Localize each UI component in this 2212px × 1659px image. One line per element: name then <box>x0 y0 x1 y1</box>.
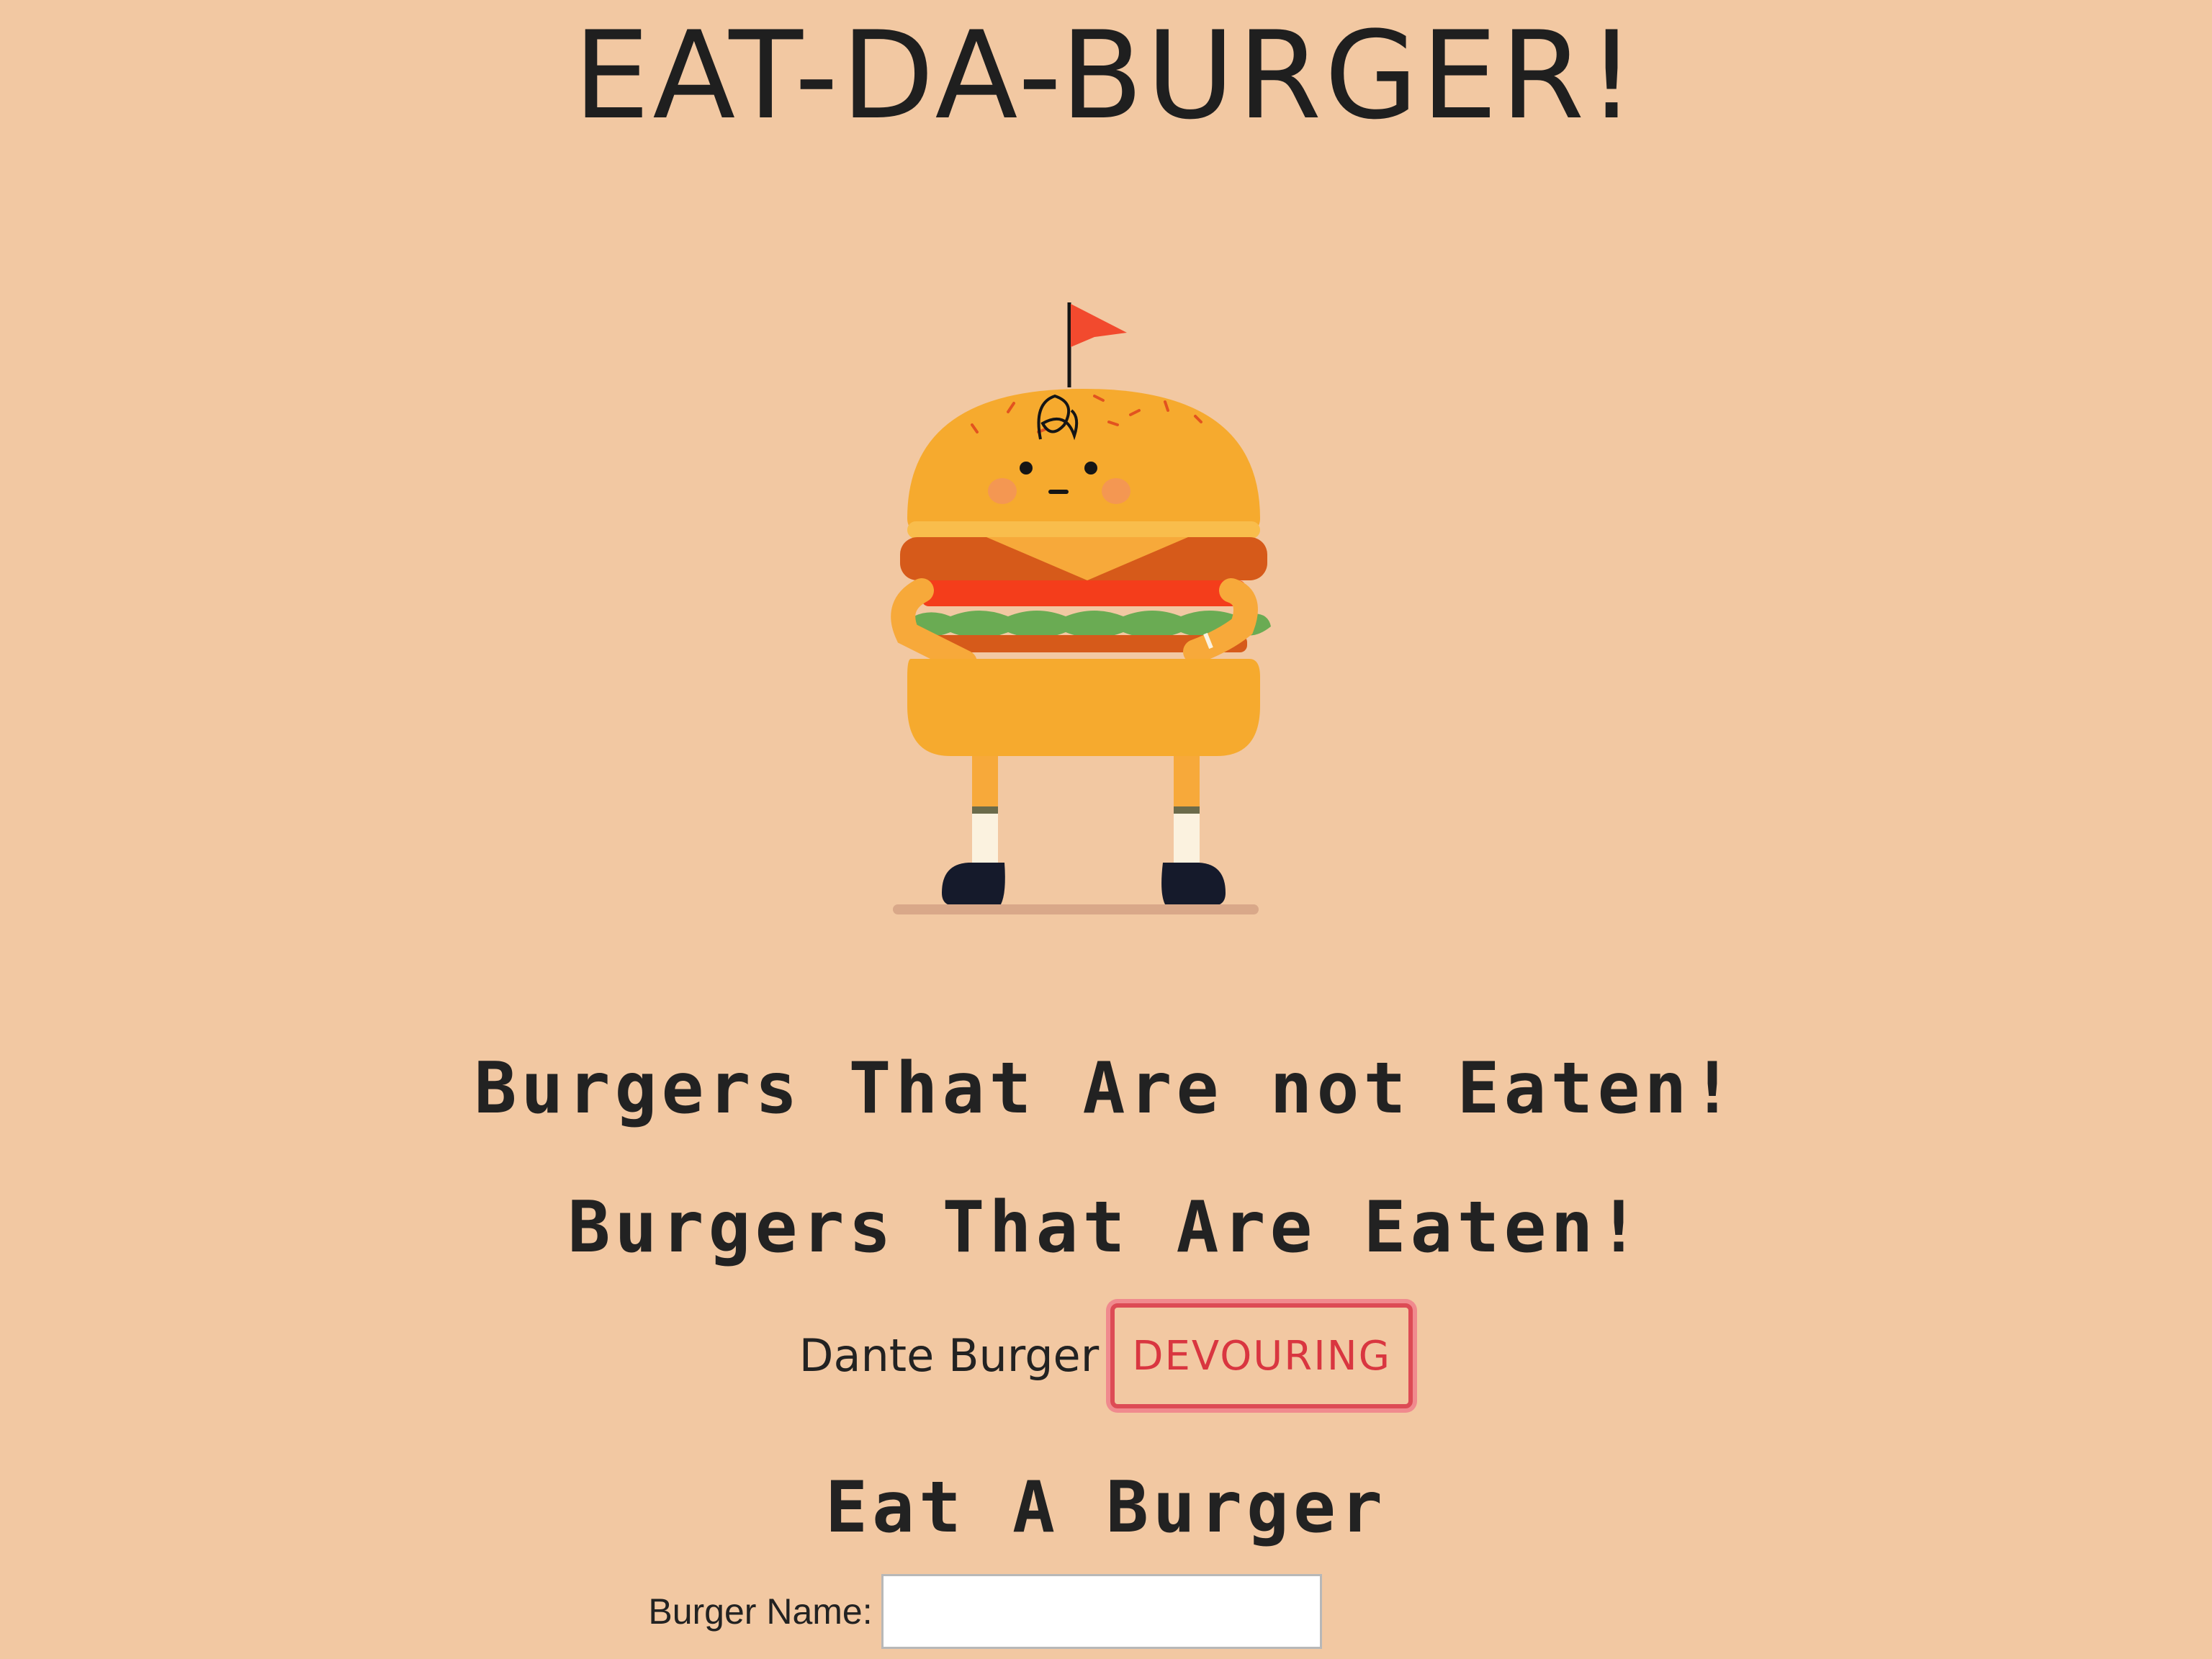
devour-button[interactable]: DEVOURING <box>1110 1303 1413 1408</box>
list-item: Dante Burger DEVOURING <box>0 1303 2212 1408</box>
eat-burger-heading: Eat A Burger <box>824 1467 1387 1549</box>
burger-name-input[interactable] <box>881 1574 1322 1649</box>
burger-mascot-icon <box>891 302 1271 914</box>
page-title: EAT-DA-BURGER! <box>573 5 1639 146</box>
burger-form: Burger Name: <box>0 1574 2212 1649</box>
not-eaten-heading: Burgers That Are not Eaten! <box>474 1048 1738 1130</box>
eaten-heading: Burgers That Are Eaten! <box>567 1187 1645 1269</box>
burger-name: Dante Burger <box>799 1329 1100 1382</box>
burger-name-label: Burger Name: <box>648 1591 873 1632</box>
